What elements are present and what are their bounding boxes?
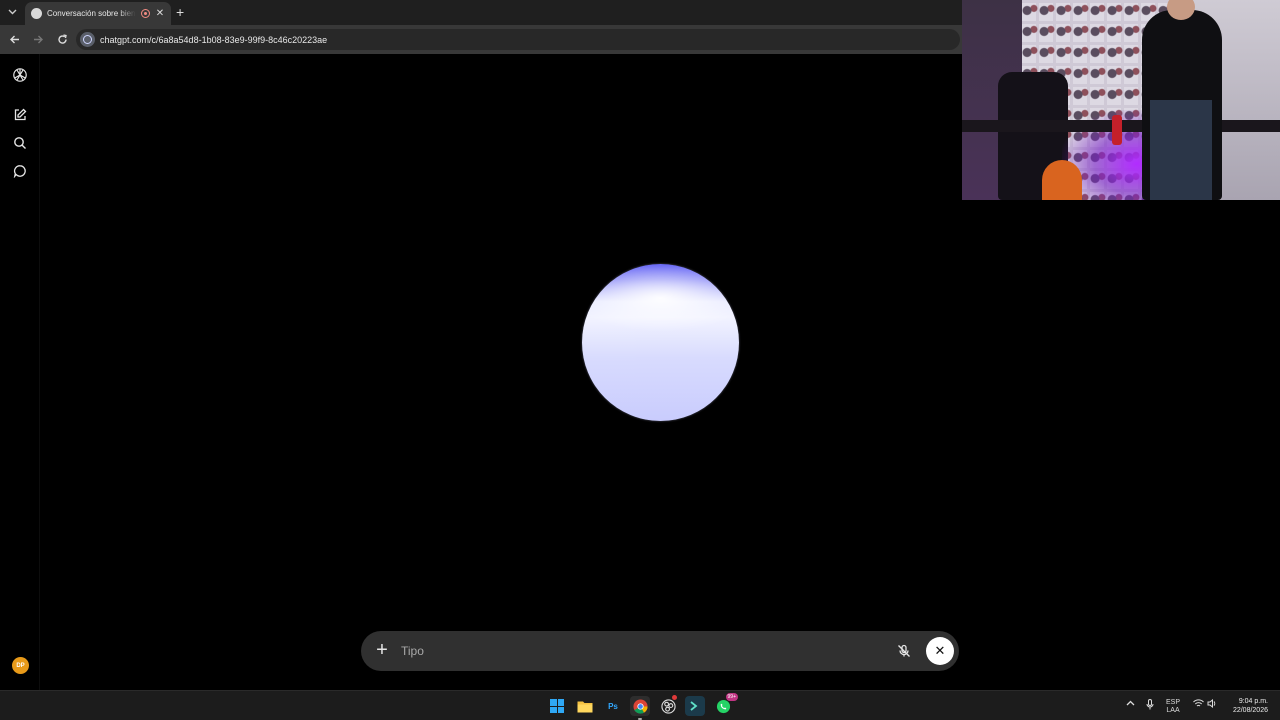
site-info-icon[interactable] [80,32,95,47]
clock-date: 22/08/2026 [1232,707,1268,714]
obs-icon[interactable] [658,695,678,716]
keyboard-layout: LAA [1166,707,1180,714]
tray-mic-icon[interactable] [1146,699,1154,713]
language-code: ESP [1166,699,1181,706]
openai-logo-icon[interactable] [11,66,29,84]
sidebar [0,54,40,690]
tray-chevron-up-icon[interactable] [1126,699,1135,707]
whatsapp-badge: 99+ [725,693,738,701]
edit-icon[interactable] [11,106,29,124]
whatsapp-icon[interactable]: 99+ [713,693,738,716]
page-background-right [962,200,1280,690]
clock-time: 9:04 p.m. [1238,698,1268,705]
chrome-icon[interactable] [630,696,650,720]
chatgpt-favicon-icon [31,8,42,19]
reload-icon[interactable] [52,30,72,50]
back-arrow-icon[interactable] [4,30,24,50]
browser-toolbar: chatgpt.com/c/6a8a54d8-1b08-83e9-99f9-8c… [0,25,962,54]
close-icon[interactable]: ✕ [155,8,165,19]
file-explorer-icon[interactable] [575,696,595,716]
url-text[interactable]: chatgpt.com/c/6a8a54d8-1b08-83e9-99f9-8c… [100,35,327,45]
voice-orb [582,264,739,421]
new-tab-plus-icon[interactable]: + [176,4,184,20]
windows-start-icon[interactable] [547,696,567,716]
mic-off-icon[interactable] [895,642,913,660]
address-bar[interactable]: chatgpt.com/c/6a8a54d8-1b08-83e9-99f9-8c… [76,29,960,50]
chevron-down-icon[interactable] [4,4,20,20]
webcam-person-legs [1150,100,1212,200]
add-attachment-plus-icon[interactable]: + [372,640,392,661]
terminal-icon[interactable] [685,696,705,716]
wifi-icon[interactable] [1193,699,1204,711]
webcam-overlay [962,0,1280,200]
webcam-orange-object [1042,160,1082,200]
webcam-microphone [1112,115,1122,145]
voice-composer: + ✕ [361,631,959,671]
message-input[interactable] [401,640,881,662]
search-icon[interactable] [11,134,29,152]
recording-dot-icon [672,695,677,700]
recording-icon [141,9,150,18]
tab-title: Conversación sobre bienestar [47,9,136,18]
end-voice-close-icon[interactable]: ✕ [926,637,954,665]
chat-bubble-icon[interactable] [11,162,29,180]
user-avatar[interactable]: DP [12,657,29,674]
system-clock[interactable]: 9:04 p.m. 22/08/2026 [1233,697,1268,715]
chat-page [0,54,962,690]
language-indicator[interactable]: ESP LAA [1166,699,1180,715]
photoshop-icon[interactable]: Ps [603,696,623,716]
browser-tab-strip: Conversación sobre bienestar ✕ + [0,0,962,25]
browser-tab[interactable]: Conversación sobre bienestar ✕ [25,2,171,25]
screen: Conversación sobre bienestar ✕ + chatgpt… [0,0,1280,720]
forward-arrow-icon[interactable] [28,30,48,50]
windows-taskbar: Ps 99+ ESP LAA 9:04 p.m. 22/08/2026 [0,690,1280,720]
volume-icon[interactable] [1207,698,1217,711]
